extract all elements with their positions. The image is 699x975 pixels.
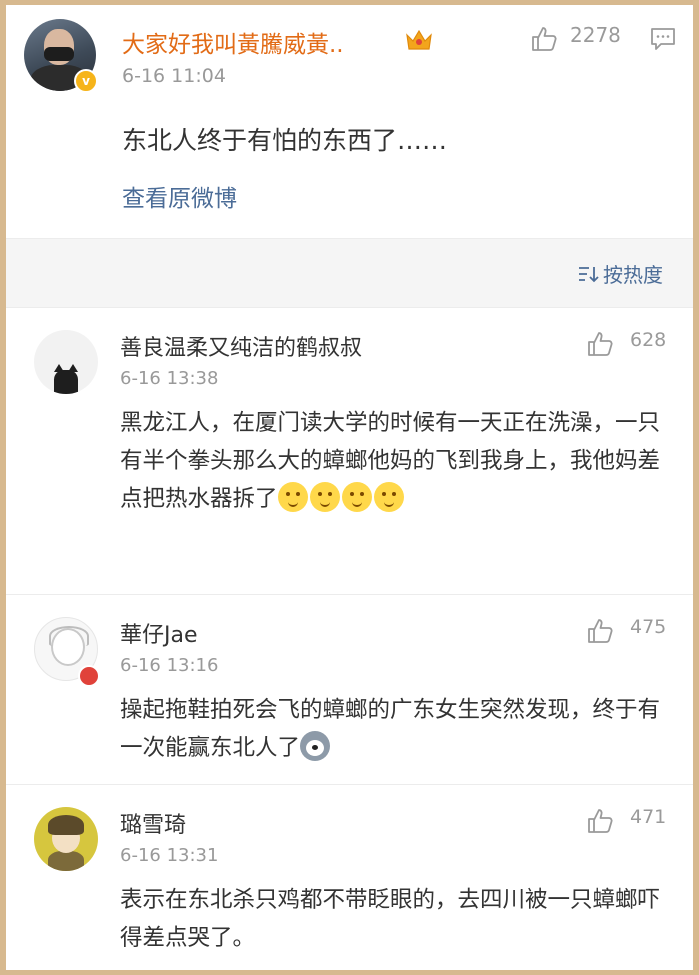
commenter-name[interactable]: 華仔Jae <box>120 617 198 649</box>
commenter-avatar[interactable] <box>34 807 98 871</box>
thumbs-up-icon[interactable] <box>530 25 558 53</box>
sort-label: 按热度 <box>603 263 663 287</box>
comment-time: 6-16 13:16 <box>120 655 219 676</box>
comment-text-block: 操起拖鞋拍死会飞的蟑螂的广东女生突然发现，终于有一次能赢东北人了 <box>120 691 680 767</box>
view-original-link[interactable]: 查看原微博 <box>122 179 237 213</box>
sort-bar: 按热度 <box>6 238 693 308</box>
comment-text: 操起拖鞋拍死会飞的蟑螂的广东女生突然发现，终于有一次能赢东北人了 <box>120 697 661 761</box>
comment-like-count: 471 <box>630 806 667 828</box>
sort-by-hot-button[interactable]: 按热度 <box>577 259 663 288</box>
sort-icon <box>579 266 599 282</box>
verified-badge-icon: v <box>74 69 98 93</box>
commenter-avatar[interactable] <box>34 330 98 394</box>
comment-time: 6-16 13:31 <box>120 845 219 866</box>
husky-emoji-icon <box>300 731 331 761</box>
comment-item: 璐雪琦 6-16 13:31 471 表示在东北杀只鸡都不带眨眼的，去四川被一只… <box>6 785 693 970</box>
comment-like-count: 475 <box>630 616 667 638</box>
laugh-emoji-icon <box>309 482 340 512</box>
post-like-count: 2278 <box>570 23 621 47</box>
post-text: 东北人终于有怕的东西了…… <box>122 126 448 155</box>
post-time: 6-16 11:04 <box>122 65 226 87</box>
member-badge-icon <box>78 665 100 687</box>
original-post: v 大家好我叫黃騰威黃.. 6-16 11:04 2278 东北人终于有怕的东西… <box>6 5 693 238</box>
laugh-emoji-icon <box>341 482 372 512</box>
comment-text-block: 黑龙江人，在厦门读大学的时候有一天正在洗澡，一只有半个拳头那么大的蟑螂他妈的飞到… <box>120 404 680 518</box>
weibo-frame: v 大家好我叫黃騰威黃.. 6-16 11:04 2278 东北人终于有怕的东西… <box>6 5 693 970</box>
laugh-emoji-icon <box>277 482 308 512</box>
thumbs-up-icon[interactable] <box>586 807 614 835</box>
comment-item: 華仔Jae 6-16 13:16 475 操起拖鞋拍死会飞的蟑螂的广东女生突然发… <box>6 595 693 785</box>
commenter-name[interactable]: 璐雪琦 <box>120 807 186 839</box>
laugh-emoji-icon <box>373 482 404 512</box>
commenter-name[interactable]: 善良温柔又纯洁的鹤叔叔 <box>120 330 362 362</box>
comment-text: 表示在东北杀只鸡都不带眨眼的，去四川被一只蟑螂吓得差点哭了。 <box>120 887 661 951</box>
post-author-name[interactable]: 大家好我叫黃騰威黃.. <box>122 25 344 59</box>
comment-item: 善良温柔又纯洁的鹤叔叔 6-16 13:38 628 黑龙江人，在厦门读大学的时… <box>6 308 693 595</box>
thumbs-up-icon[interactable] <box>586 617 614 645</box>
crown-icon <box>406 29 432 50</box>
thumbs-up-icon[interactable] <box>586 330 614 358</box>
comment-time: 6-16 13:38 <box>120 368 219 389</box>
comment-icon[interactable] <box>649 25 677 53</box>
comment-like-count: 628 <box>630 329 667 351</box>
